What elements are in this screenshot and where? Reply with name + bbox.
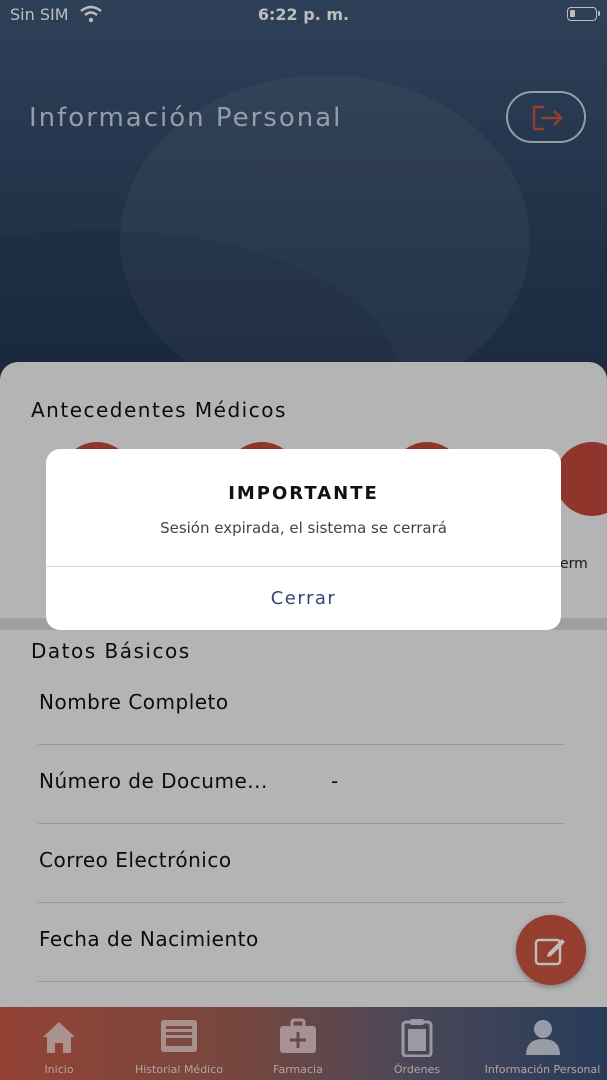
dialog-title: IMPORTANTE [228, 483, 379, 504]
dialog-message: Sesión expirada, el sistema se cerrará [160, 519, 447, 537]
close-button[interactable]: Cerrar [46, 567, 561, 630]
session-expired-dialog: IMPORTANTE Sesión expirada, el sistema s… [46, 449, 561, 630]
